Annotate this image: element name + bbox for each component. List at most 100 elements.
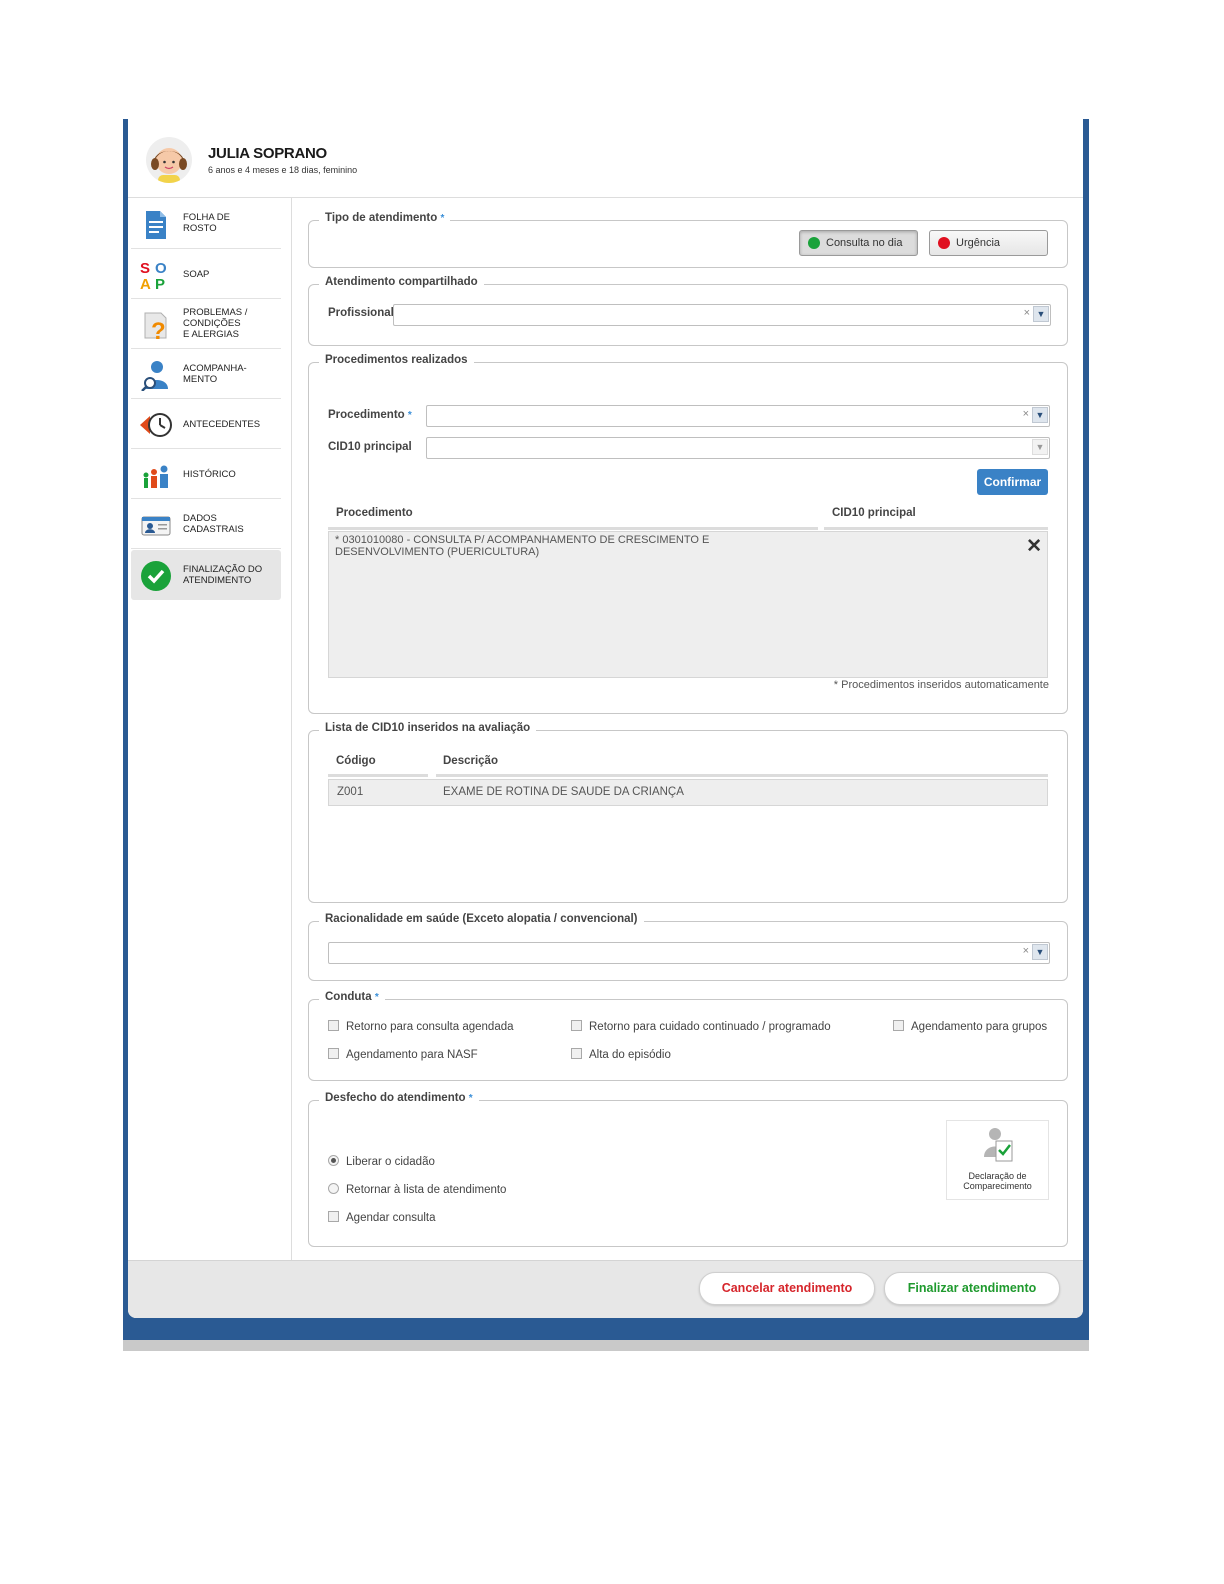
- fieldset-lista-cid10: Lista de CID10 inseridos na avaliação Có…: [308, 722, 1068, 903]
- id-card-icon: [141, 516, 171, 536]
- cid10-label: CID10 principal: [328, 441, 412, 453]
- urgencia-button[interactable]: Urgência: [929, 230, 1048, 256]
- clear-icon[interactable]: ×: [1024, 307, 1030, 319]
- conduta-checkbox[interactable]: Retorno para cuidado continuado / progra…: [571, 1020, 831, 1033]
- sidebar-item-problemas[interactable]: ? PROBLEMAS / CONDIÇÕES E ALERGIAS: [131, 300, 281, 349]
- sidebar-label: CONDIÇÕES: [183, 318, 241, 329]
- clear-icon[interactable]: ×: [1023, 408, 1029, 420]
- sidebar-label: E ALERGIAS: [183, 329, 239, 340]
- sidebar-label: ROSTO: [183, 223, 217, 234]
- racionalidade-combobox[interactable]: × ▼: [328, 942, 1050, 964]
- legend-compartilhado: Atendimento compartilhado: [319, 276, 484, 288]
- declaracao-comparecimento-button[interactable]: Declaração de Comparecimento: [946, 1120, 1049, 1200]
- sidebar-label: MENTO: [183, 374, 218, 385]
- confirmar-button[interactable]: Confirmar: [977, 469, 1048, 495]
- declaracao-label: Declaração de Comparecimento: [963, 1171, 1032, 1191]
- sidebar-item-acompanhamento[interactable]: ACOMPANHA- MENTO: [131, 350, 281, 399]
- conduta-checkbox[interactable]: Agendamento para NASF: [328, 1048, 478, 1061]
- sidebar-label: ATENDIMENTO: [183, 575, 252, 586]
- consulta-label: Consulta no dia: [826, 237, 903, 249]
- svg-text:S: S: [140, 260, 150, 277]
- chevron-down-icon[interactable]: ▼: [1032, 944, 1048, 960]
- footnote: * Procedimentos inseridos automaticament…: [833, 679, 1049, 691]
- retornar-radio[interactable]: Retornar à lista de atendimento: [328, 1183, 506, 1196]
- col-cid10: CID10 principal: [832, 507, 916, 519]
- red-dot-icon: [938, 237, 950, 249]
- sidebar-item-finalizacao[interactable]: FINALIZAÇÃO DO ATENDIMENTO: [131, 550, 281, 600]
- svg-text:?: ?: [151, 318, 166, 341]
- consulta-no-dia-button[interactable]: Consulta no dia: [799, 230, 918, 256]
- legend-racionalidade: Racionalidade em saúde (Exceto alopatia …: [319, 913, 644, 925]
- patient-avatar: [146, 137, 192, 183]
- sidebar-item-soap[interactable]: S O A P SOAP: [131, 250, 281, 299]
- conduta-checkbox[interactable]: Alta do episódio: [571, 1048, 671, 1061]
- sidebar-label: FINALIZAÇÃO DO: [183, 564, 263, 575]
- descricao-cell: EXAME DE ROTINA DE SAUDE DA CRIANÇA: [443, 786, 684, 798]
- table-row[interactable]: Z001 EXAME DE ROTINA DE SAUDE DA CRIANÇA: [328, 779, 1048, 806]
- profissional-label: Profissional: [328, 307, 394, 319]
- sidebar-item-folha-de-rosto[interactable]: FOLHA DE ROSTO: [131, 200, 281, 249]
- fieldset-tipo-atendimento: Tipo de atendimento * Consulta no dia Ur…: [308, 212, 1068, 268]
- sidebar-item-dados-cadastrais[interactable]: DADOS CADASTRAIS: [131, 500, 281, 549]
- family-icon: [143, 465, 168, 488]
- document-icon: [146, 211, 166, 239]
- chevron-down-icon[interactable]: ▼: [1032, 439, 1048, 455]
- patient-header: JULIA SOPRANO 6 anos e 4 meses e 18 dias…: [128, 119, 1083, 198]
- legend-conduta: Conduta *: [319, 991, 385, 1003]
- person-search-icon: [141, 361, 168, 391]
- profissional-combobox[interactable]: × ▼: [393, 304, 1051, 326]
- sidebar-item-historico[interactable]: HISTÓRICO: [131, 450, 281, 499]
- question-icon: ?: [144, 312, 167, 341]
- header-underline: [328, 527, 818, 530]
- procedimento-label: Procedimento *: [328, 409, 412, 421]
- col-descricao: Descrição: [443, 755, 498, 767]
- legend-tipo: Tipo de atendimento *: [319, 212, 451, 224]
- header-underline: [328, 774, 428, 777]
- agendar-consulta-checkbox[interactable]: Agendar consulta: [328, 1211, 436, 1224]
- sidebar-label: ANTECEDENTES: [183, 419, 261, 430]
- col-codigo: Código: [336, 755, 376, 767]
- fieldset-conduta: Conduta * Retorno para consulta agendada…: [308, 991, 1068, 1081]
- codigo-cell: Z001: [337, 786, 364, 798]
- sidebar-label: SOAP: [183, 269, 210, 280]
- svg-text:P: P: [155, 276, 165, 291]
- legend-desfecho: Desfecho do atendimento *: [319, 1092, 479, 1104]
- fieldset-racionalidade: Racionalidade em saúde (Exceto alopatia …: [308, 913, 1068, 981]
- sidebar-label: PROBLEMAS /: [183, 307, 248, 318]
- legend-cid-list: Lista de CID10 inseridos na avaliação: [319, 722, 537, 734]
- action-footer: Cancelar atendimento Finalizar atendimen…: [128, 1260, 1083, 1318]
- sidebar-label: CADASTRAIS: [183, 524, 244, 535]
- table-row[interactable]: * 0301010080 - CONSULTA P/ ACOMPANHAMENT…: [328, 531, 1048, 678]
- chevron-down-icon[interactable]: ▼: [1033, 306, 1049, 322]
- svg-text:A: A: [140, 276, 151, 291]
- sidebar-label: DADOS: [183, 513, 217, 524]
- declaration-icon: [984, 1128, 1013, 1162]
- soap-icon: S O A P: [140, 260, 167, 291]
- svg-text:O: O: [155, 260, 167, 277]
- cid10-combobox[interactable]: ▼: [426, 437, 1050, 459]
- finalizar-atendimento-button[interactable]: Finalizar atendimento: [884, 1272, 1060, 1305]
- procedimento-combobox[interactable]: × ▼: [426, 405, 1050, 427]
- procedimento-cell: * 0301010080 - CONSULTA P/ ACOMPANHAMENT…: [335, 534, 710, 558]
- urgencia-label: Urgência: [956, 237, 1001, 249]
- sidebar: FOLHA DE ROSTO S O A P SOAP ? PROBLEMAS …: [128, 198, 292, 1260]
- legend-procedimentos: Procedimentos realizados: [319, 354, 474, 366]
- sidebar-item-antecedentes[interactable]: ANTECEDENTES: [131, 400, 281, 449]
- fieldset-atendimento-compartilhado: Atendimento compartilhado Profissional ×…: [308, 276, 1068, 346]
- liberar-radio[interactable]: Liberar o cidadão: [328, 1155, 435, 1168]
- sidebar-label: HISTÓRICO: [183, 469, 236, 480]
- fieldset-procedimentos: Procedimentos realizados Procedimento * …: [308, 354, 1068, 714]
- conduta-checkbox[interactable]: Retorno para consulta agendada: [328, 1020, 514, 1033]
- patient-info: 6 anos e 4 meses e 18 dias, feminino: [208, 165, 358, 175]
- clear-icon[interactable]: ×: [1023, 945, 1029, 957]
- conduta-checkbox[interactable]: Agendamento para grupos: [893, 1020, 1047, 1033]
- app-frame: JULIA SOPRANO 6 anos e 4 meses e 18 dias…: [123, 119, 1089, 1340]
- green-dot-icon: [808, 237, 820, 249]
- patient-name: JULIA SOPRANO: [208, 145, 327, 162]
- sidebar-label: ACOMPANHA-: [183, 363, 247, 374]
- bottom-scrollbar[interactable]: [123, 1340, 1089, 1351]
- cancelar-atendimento-button[interactable]: Cancelar atendimento: [699, 1272, 875, 1305]
- chevron-down-icon[interactable]: ▼: [1032, 407, 1048, 423]
- fieldset-desfecho: Desfecho do atendimento * Liberar o cida…: [308, 1092, 1068, 1247]
- remove-icon[interactable]: ✕: [1026, 535, 1042, 558]
